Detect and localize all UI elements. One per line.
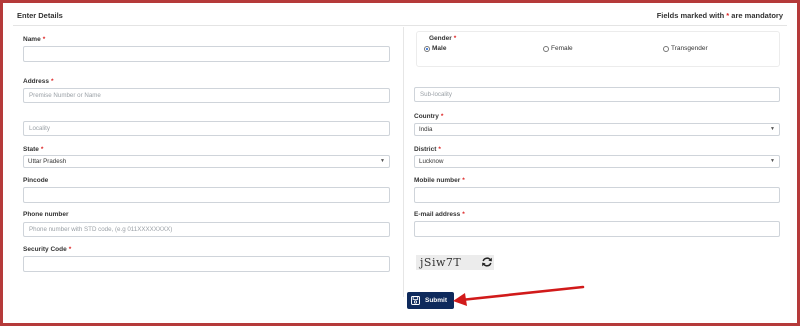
district-select[interactable]: Lucknow ▼ [414, 155, 780, 168]
gender-male-radio[interactable]: Male [424, 45, 446, 52]
security-code-label: Security Code * [23, 246, 72, 253]
email-label: E-mail address * [414, 211, 465, 218]
phone-label: Phone number [23, 211, 69, 218]
district-label: District * [414, 146, 441, 153]
section-title: Enter Details [17, 11, 63, 20]
mobile-label: Mobile number * [414, 177, 465, 184]
radio-icon [543, 45, 549, 52]
country-label: Country * [414, 113, 444, 120]
gender-female-radio[interactable]: Female [543, 45, 573, 52]
mandatory-note: Fields marked with * are mandatory [657, 11, 783, 20]
radio-icon [663, 45, 669, 52]
gender-transgender-radio[interactable]: Transgender [663, 45, 708, 52]
header-divider [13, 25, 787, 26]
mobile-input[interactable] [414, 187, 780, 203]
name-input[interactable] [23, 46, 390, 62]
security-code-input[interactable] [23, 256, 390, 272]
save-icon [411, 296, 420, 305]
radio-selected-icon [424, 45, 430, 52]
column-divider [403, 27, 404, 297]
gender-group [416, 31, 780, 67]
refresh-icon[interactable] [481, 256, 493, 268]
mandatory-note-suffix: are mandatory [729, 11, 783, 20]
pincode-label: Pincode [23, 177, 49, 184]
gender-label: Gender * [429, 35, 457, 42]
country-select[interactable]: India ▼ [414, 123, 780, 136]
phone-input[interactable]: Phone number with STD code, (e.g 011XXXX… [23, 222, 390, 237]
sub-locality-input[interactable]: Sub-locality [414, 87, 780, 102]
annotation-arrow [453, 285, 585, 306]
state-select[interactable]: Uttar Pradesh ▼ [23, 155, 390, 168]
email-input[interactable] [414, 221, 780, 237]
premise-input[interactable]: Premise Number or Name [23, 88, 390, 103]
mandatory-note-prefix: Fields marked with [656, 11, 727, 20]
address-label: Address * [23, 78, 54, 85]
caret-down-icon: ▼ [770, 126, 775, 132]
state-label: State * [23, 146, 44, 153]
name-label: Name * [23, 36, 46, 43]
pincode-input[interactable] [23, 187, 390, 203]
page-frame: Enter Details Fields marked with * are m… [0, 0, 800, 326]
caret-down-icon: ▼ [380, 158, 385, 164]
locality-input[interactable]: Locality [23, 121, 390, 136]
caret-down-icon: ▼ [770, 158, 775, 164]
